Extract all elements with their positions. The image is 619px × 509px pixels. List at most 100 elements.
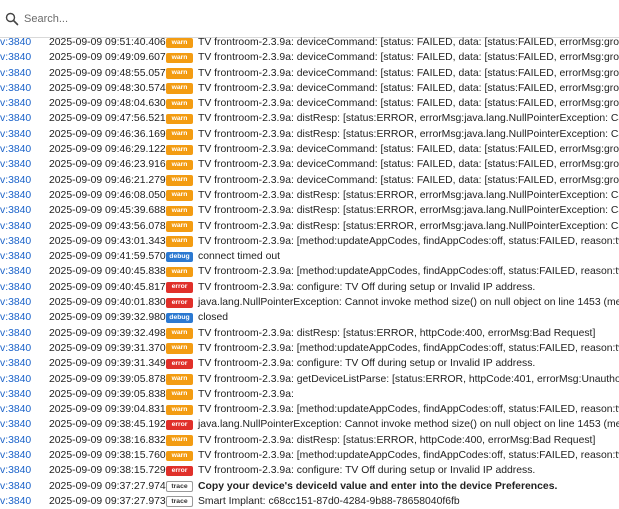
- log-timestamp: 2025-09-09 09:39:32.498: [49, 327, 166, 339]
- log-row: v:3840 2025-09-09 09:48:04.630 warn TV fron…: [0, 96, 619, 111]
- log-row: v:3840 2025-09-09 09:39:32.980 debug closed: [0, 310, 619, 325]
- log-row: v:3840 2025-09-09 09:40:45.838 warn TV fron…: [0, 264, 619, 279]
- log-message: TV frontroom-2.3.9a: configure: TV Off d…: [198, 465, 536, 477]
- log-device-link[interactable]: v:3840: [0, 387, 31, 402]
- log-message: connect timed out: [198, 251, 281, 263]
- log-row: v:3840 2025-09-09 09:37:27.973 trace Smart …: [0, 494, 619, 509]
- log-timestamp: 2025-09-09 09:46:21.279: [49, 174, 166, 186]
- log-row: v:3840 2025-09-09 09:40:01.830 error java.l…: [0, 295, 619, 310]
- log-timestamp: 2025-09-09 09:43:01.343: [49, 235, 166, 247]
- log-device-link[interactable]: v:3840: [0, 448, 31, 463]
- log-device-link[interactable]: v:3840: [0, 35, 31, 50]
- log-device-link[interactable]: v:3840: [0, 310, 31, 325]
- log-timestamp: 2025-09-09 09:46:36.169: [49, 128, 166, 140]
- log-message: TV frontroom-2.3.9a: [method:updateAppCo…: [198, 235, 619, 247]
- log-level-badge: warn: [166, 113, 193, 125]
- log-row: v:3840 2025-09-09 09:43:56.078 warn TV fron…: [0, 219, 619, 234]
- log-level-badge: trace: [166, 496, 193, 507]
- log-timestamp: 2025-09-09 09:39:05.838: [49, 388, 166, 400]
- log-row: v:3840 2025-09-09 09:46:36.169 warn TV fron…: [0, 127, 619, 142]
- log-message: TV frontroom-2.3.9a: distResp: [status:E…: [198, 434, 596, 446]
- log-message: TV frontroom-2.3.9a:: [198, 388, 294, 400]
- log-row: v:3840 2025-09-09 09:38:16.832 warn TV fron…: [0, 433, 619, 448]
- log-device-link[interactable]: v:3840: [0, 295, 31, 310]
- log-device-link[interactable]: v:3840: [0, 264, 31, 279]
- log-row: v:3840 2025-09-09 09:46:08.050 warn TV fron…: [0, 188, 619, 203]
- log-message: TV frontroom-2.3.9a: deviceCommand: [sta…: [198, 82, 619, 94]
- log-device-link[interactable]: v:3840: [0, 96, 31, 111]
- log-device-link[interactable]: v:3840: [0, 463, 31, 478]
- log-level-badge: debug: [166, 312, 193, 324]
- log-message: TV frontroom-2.3.9a: deviceCommand: [sta…: [198, 174, 619, 186]
- log-message: TV frontroom-2.3.9a: distResp: [status:E…: [198, 128, 619, 140]
- log-device-link[interactable]: v:3840: [0, 173, 31, 188]
- log-device-link[interactable]: v:3840: [0, 356, 31, 371]
- log-row: v:3840 2025-09-09 09:43:01.343 warn TV fron…: [0, 234, 619, 249]
- log-message: TV frontroom-2.3.9a: [method:updateAppCo…: [198, 342, 619, 354]
- log-device-link[interactable]: v:3840: [0, 417, 31, 432]
- log-timestamp: 2025-09-09 09:39:31.370: [49, 342, 166, 354]
- log-row: v:3840 2025-09-09 09:46:21.279 warn TV fron…: [0, 173, 619, 188]
- log-device-link[interactable]: v:3840: [0, 142, 31, 157]
- log-device-link[interactable]: v:3840: [0, 341, 31, 356]
- log-message: Smart Implant: c68cc151-87d0-4284-9b88-7…: [198, 495, 460, 507]
- log-device-link[interactable]: v:3840: [0, 111, 31, 126]
- log-device-link[interactable]: v:3840: [0, 157, 31, 172]
- log-level-badge: warn: [166, 450, 193, 462]
- log-level-badge: warn: [166, 52, 193, 64]
- log-device-link[interactable]: v:3840: [0, 234, 31, 249]
- log-device-link[interactable]: v:3840: [0, 219, 31, 234]
- log-message: TV frontroom-2.3.9a: deviceCommand: [sta…: [198, 52, 619, 64]
- log-message: TV frontroom-2.3.9a: distResp: [status:E…: [198, 205, 619, 217]
- log-row: v:3840 2025-09-09 09:45:39.688 warn TV fron…: [0, 203, 619, 218]
- log-timestamp: 2025-09-09 09:46:08.050: [49, 189, 166, 201]
- log-message: Copy your device's deviceId value and en…: [198, 480, 558, 492]
- log-row: v:3840 2025-09-09 09:48:55.057 warn TV fron…: [0, 66, 619, 81]
- log-timestamp: 2025-09-09 09:51:40.406: [49, 37, 166, 48]
- log-row: v:3840 2025-09-09 09:39:31.370 warn TV fron…: [0, 341, 619, 356]
- log-device-link[interactable]: v:3840: [0, 280, 31, 295]
- search-input[interactable]: [24, 8, 604, 30]
- search-icon: [5, 12, 19, 26]
- log-level-badge: error: [166, 297, 193, 309]
- log-row: v:3840 2025-09-09 09:39:04.831 warn TV fron…: [0, 402, 619, 417]
- log-device-link[interactable]: v:3840: [0, 81, 31, 96]
- log-device-link[interactable]: v:3840: [0, 66, 31, 81]
- log-level-badge: error: [166, 358, 193, 370]
- log-timestamp: 2025-09-09 09:46:29.122: [49, 144, 166, 156]
- log-row: v:3840 2025-09-09 09:51:40.406 warn TV fron…: [0, 35, 619, 50]
- log-message: TV frontroom-2.3.9a: deviceCommand: [sta…: [198, 37, 619, 48]
- log-message: TV frontroom-2.3.9a: distResp: [status:E…: [198, 220, 619, 232]
- log-device-link[interactable]: v:3840: [0, 127, 31, 142]
- log-device-link[interactable]: v:3840: [0, 402, 31, 417]
- log-level-badge: error: [166, 465, 193, 477]
- log-message: TV frontroom-2.3.9a: configure: TV Off d…: [198, 281, 536, 293]
- log-device-link[interactable]: v:3840: [0, 249, 31, 264]
- log-message: TV frontroom-2.3.9a: deviceCommand: [sta…: [198, 144, 619, 156]
- log-device-link[interactable]: v:3840: [0, 326, 31, 341]
- log-device-link[interactable]: v:3840: [0, 203, 31, 218]
- log-row: v:3840 2025-09-09 09:48:30.574 warn TV fron…: [0, 81, 619, 96]
- log-timestamp: 2025-09-09 09:38:45.192: [49, 419, 166, 431]
- log-timestamp: 2025-09-09 09:43:56.078: [49, 220, 166, 232]
- log-device-link[interactable]: v:3840: [0, 188, 31, 203]
- log-timestamp: 2025-09-09 09:40:45.838: [49, 266, 166, 278]
- log-device-link[interactable]: v:3840: [0, 494, 31, 509]
- log-timestamp: 2025-09-09 09:39:04.831: [49, 404, 166, 416]
- log-timestamp: 2025-09-09 09:37:27.973: [49, 495, 166, 507]
- log-message: closed: [198, 312, 229, 324]
- log-level-badge: warn: [166, 221, 193, 232]
- log-timestamp: 2025-09-09 09:39:05.878: [49, 373, 166, 385]
- log-device-link[interactable]: v:3840: [0, 372, 31, 387]
- log-message: TV frontroom-2.3.9a: deviceCommand: [sta…: [198, 67, 619, 79]
- log-level-badge: warn: [166, 37, 193, 48]
- log-level-badge: warn: [166, 236, 193, 247]
- log-level-badge: warn: [166, 328, 193, 339]
- log-device-link[interactable]: v:3840: [0, 433, 31, 448]
- log-message: java.lang.NullPointerException: Cannot i…: [198, 419, 619, 431]
- log-message: TV frontroom-2.3.9a: distResp: [status:E…: [198, 113, 619, 125]
- log-timestamp: 2025-09-09 09:37:27.974: [49, 480, 166, 492]
- log-level-badge: warn: [166, 389, 193, 400]
- log-device-link[interactable]: v:3840: [0, 50, 31, 65]
- log-device-link[interactable]: v:3840: [0, 479, 31, 494]
